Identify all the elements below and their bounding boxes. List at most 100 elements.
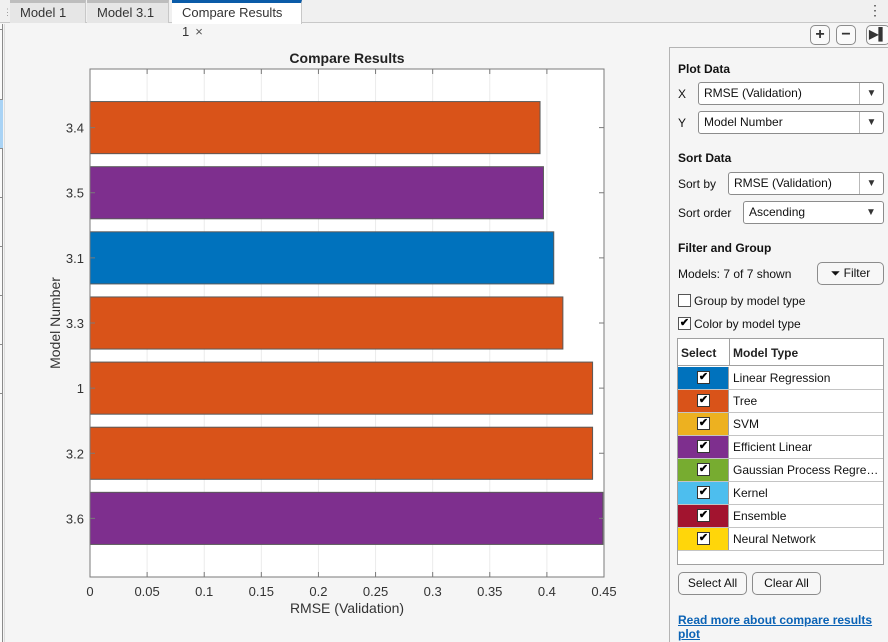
- select-checkbox[interactable]: ✔: [697, 509, 710, 522]
- select-checkbox[interactable]: ✔: [697, 440, 710, 453]
- group-by-model-type-label: Group by model type: [694, 294, 806, 308]
- left-panel-edge[interactable]: [0, 24, 3, 642]
- tab-label: Model 3.1: [97, 5, 155, 20]
- y-dropdown[interactable]: Model Number ▼: [698, 111, 884, 134]
- splitter[interactable]: [4, 24, 5, 642]
- app-window: ⋮ Model 1 Model 3.1 Compare Results 1 × ⋮…: [0, 0, 888, 642]
- models-shown-count: Models: 7 of 7 shown: [678, 267, 792, 281]
- color-by-model-type-checkbox[interactable]: ✔: [678, 317, 691, 330]
- close-tab-icon[interactable]: ×: [195, 24, 203, 39]
- column-header-select[interactable]: Select: [681, 346, 716, 360]
- divider: [0, 197, 3, 198]
- bar-model-3-2[interactable]: [89, 426, 594, 480]
- table-header: Select Model Type: [678, 339, 883, 366]
- compare-results-chart: Compare Results 0 0.05 0.1 0.15 0.2 0.25 0.3 0.…: [8, 40, 648, 640]
- x-tick-label: 0.45: [591, 584, 616, 599]
- y-tick-label: 3.1: [66, 251, 84, 266]
- select-checkbox[interactable]: ✔: [697, 371, 710, 384]
- chart-title: Compare Results: [289, 50, 404, 66]
- select-all-button[interactable]: Select All: [678, 572, 747, 595]
- sort-by-dropdown[interactable]: RMSE (Validation) ▼: [728, 172, 884, 195]
- bar-model-3-6[interactable]: [89, 491, 604, 545]
- model-type-color-swatch: ✔: [678, 505, 729, 527]
- table-row[interactable]: ✔ Tree: [678, 390, 883, 413]
- table-row[interactable]: ✔ Linear Regression: [678, 367, 883, 390]
- y-tick-label: 3.6: [66, 511, 84, 526]
- x-tick-label: 0.3: [424, 584, 442, 599]
- table-row[interactable]: ✔ Gaussian Process Regre…: [678, 459, 883, 482]
- select-checkbox[interactable]: ✔: [697, 463, 710, 476]
- model-type-name: Ensemble: [733, 509, 787, 523]
- table-row[interactable]: ✔ SVM: [678, 413, 883, 436]
- model-type-name: Efficient Linear: [733, 440, 813, 454]
- clear-all-button[interactable]: Clear All: [752, 572, 821, 595]
- model-type-color-swatch: ✔: [678, 367, 729, 389]
- chart-svg: Compare Results 0 0.05 0.1 0.15 0.2 0.25 0.3 0.…: [47, 50, 617, 616]
- help-link[interactable]: Read more about compare results plot: [678, 613, 878, 641]
- select-checkbox[interactable]: ✔: [697, 486, 710, 499]
- select-checkbox[interactable]: ✔: [697, 532, 710, 545]
- document-tab-bar: ⋮ Model 1 Model 3.1 Compare Results 1 × ⋮: [0, 0, 888, 39]
- collapse-right-icon: ▶▌: [869, 27, 887, 41]
- x-tick-label: 0: [86, 584, 93, 599]
- model-type-color-swatch: ✔: [678, 390, 729, 412]
- plot-data-heading: Plot Data: [678, 62, 731, 76]
- sort-order-dropdown[interactable]: Ascending ▼: [743, 201, 884, 224]
- table-row[interactable]: ✔ Ensemble: [678, 505, 883, 528]
- y-label: Y: [678, 116, 687, 130]
- y-tick-label: 3.4: [66, 121, 84, 136]
- x-tick-label: 0.05: [134, 584, 159, 599]
- tab-model-1[interactable]: Model 1: [10, 0, 86, 23]
- table-row[interactable]: ✔ Neural Network: [678, 528, 883, 551]
- minus-icon: −: [841, 26, 851, 43]
- bar-model-3-1[interactable]: [89, 231, 555, 285]
- tab-model-3-1[interactable]: Model 3.1: [87, 0, 169, 23]
- bar-model-3-4[interactable]: [89, 101, 541, 155]
- table-row[interactable]: ✔ Efficient Linear: [678, 436, 883, 459]
- model-type-color-swatch: ✔: [678, 482, 729, 504]
- sort-by-value: RMSE (Validation): [734, 176, 832, 190]
- tab-grip-icon[interactable]: ⋮: [3, 7, 12, 17]
- bars: [89, 101, 604, 545]
- model-type-name: Linear Regression: [733, 371, 831, 385]
- color-by-model-type-label: Color by model type: [694, 317, 801, 331]
- model-type-color-swatch: ✔: [678, 436, 729, 458]
- select-checkbox[interactable]: ✔: [697, 417, 710, 430]
- model-type-color-swatch: ✔: [678, 413, 729, 435]
- more-options-icon[interactable]: ⋮: [868, 3, 882, 17]
- table-row[interactable]: ✔ Kernel: [678, 482, 883, 505]
- x-label: X: [678, 87, 687, 101]
- select-checkbox[interactable]: ✔: [697, 394, 710, 407]
- bar-model-3-5[interactable]: [89, 166, 544, 220]
- x-tick-label: 0.15: [249, 584, 274, 599]
- column-header-model-type[interactable]: Model Type: [733, 346, 798, 360]
- y-tick-label: 3.5: [66, 186, 84, 201]
- y-tick-label: 1: [77, 381, 84, 396]
- divider: [0, 344, 3, 345]
- model-type-name: SVM: [733, 417, 760, 431]
- divider: [0, 148, 3, 149]
- sort-order-value: Ascending: [749, 205, 806, 219]
- tab-compare-results-1[interactable]: Compare Results 1 ×: [172, 0, 302, 39]
- filter-button-label: Filter: [843, 266, 871, 280]
- sort-data-heading: Sort Data: [678, 151, 732, 165]
- model-type-name: Kernel: [733, 486, 768, 500]
- x-dropdown[interactable]: RMSE (Validation) ▼: [698, 82, 884, 105]
- zoom-in-button[interactable]: +: [810, 25, 830, 45]
- y-axis-label: Model Number: [47, 277, 63, 369]
- x-tick-label: 0.2: [309, 584, 327, 599]
- x-tick-label: 0.1: [195, 584, 213, 599]
- bar-model-1[interactable]: [89, 361, 594, 415]
- divider: [0, 99, 3, 100]
- group-by-model-type-checkbox[interactable]: [678, 294, 691, 307]
- model-type-color-swatch: ✔: [678, 459, 729, 481]
- select-all-label: Select All: [687, 576, 738, 590]
- collapse-panel-button[interactable]: ▶▌: [866, 25, 888, 45]
- filter-button[interactable]: ⏷ Filter: [817, 262, 884, 285]
- zoom-out-button[interactable]: −: [836, 25, 856, 45]
- model-type-name: Gaussian Process Regre…: [733, 463, 879, 477]
- bar-model-3-3[interactable]: [89, 296, 564, 350]
- x-tick-label: 0.25: [363, 584, 388, 599]
- x-dropdown-value: RMSE (Validation): [704, 86, 802, 100]
- filter-icon: ⏷: [830, 266, 841, 280]
